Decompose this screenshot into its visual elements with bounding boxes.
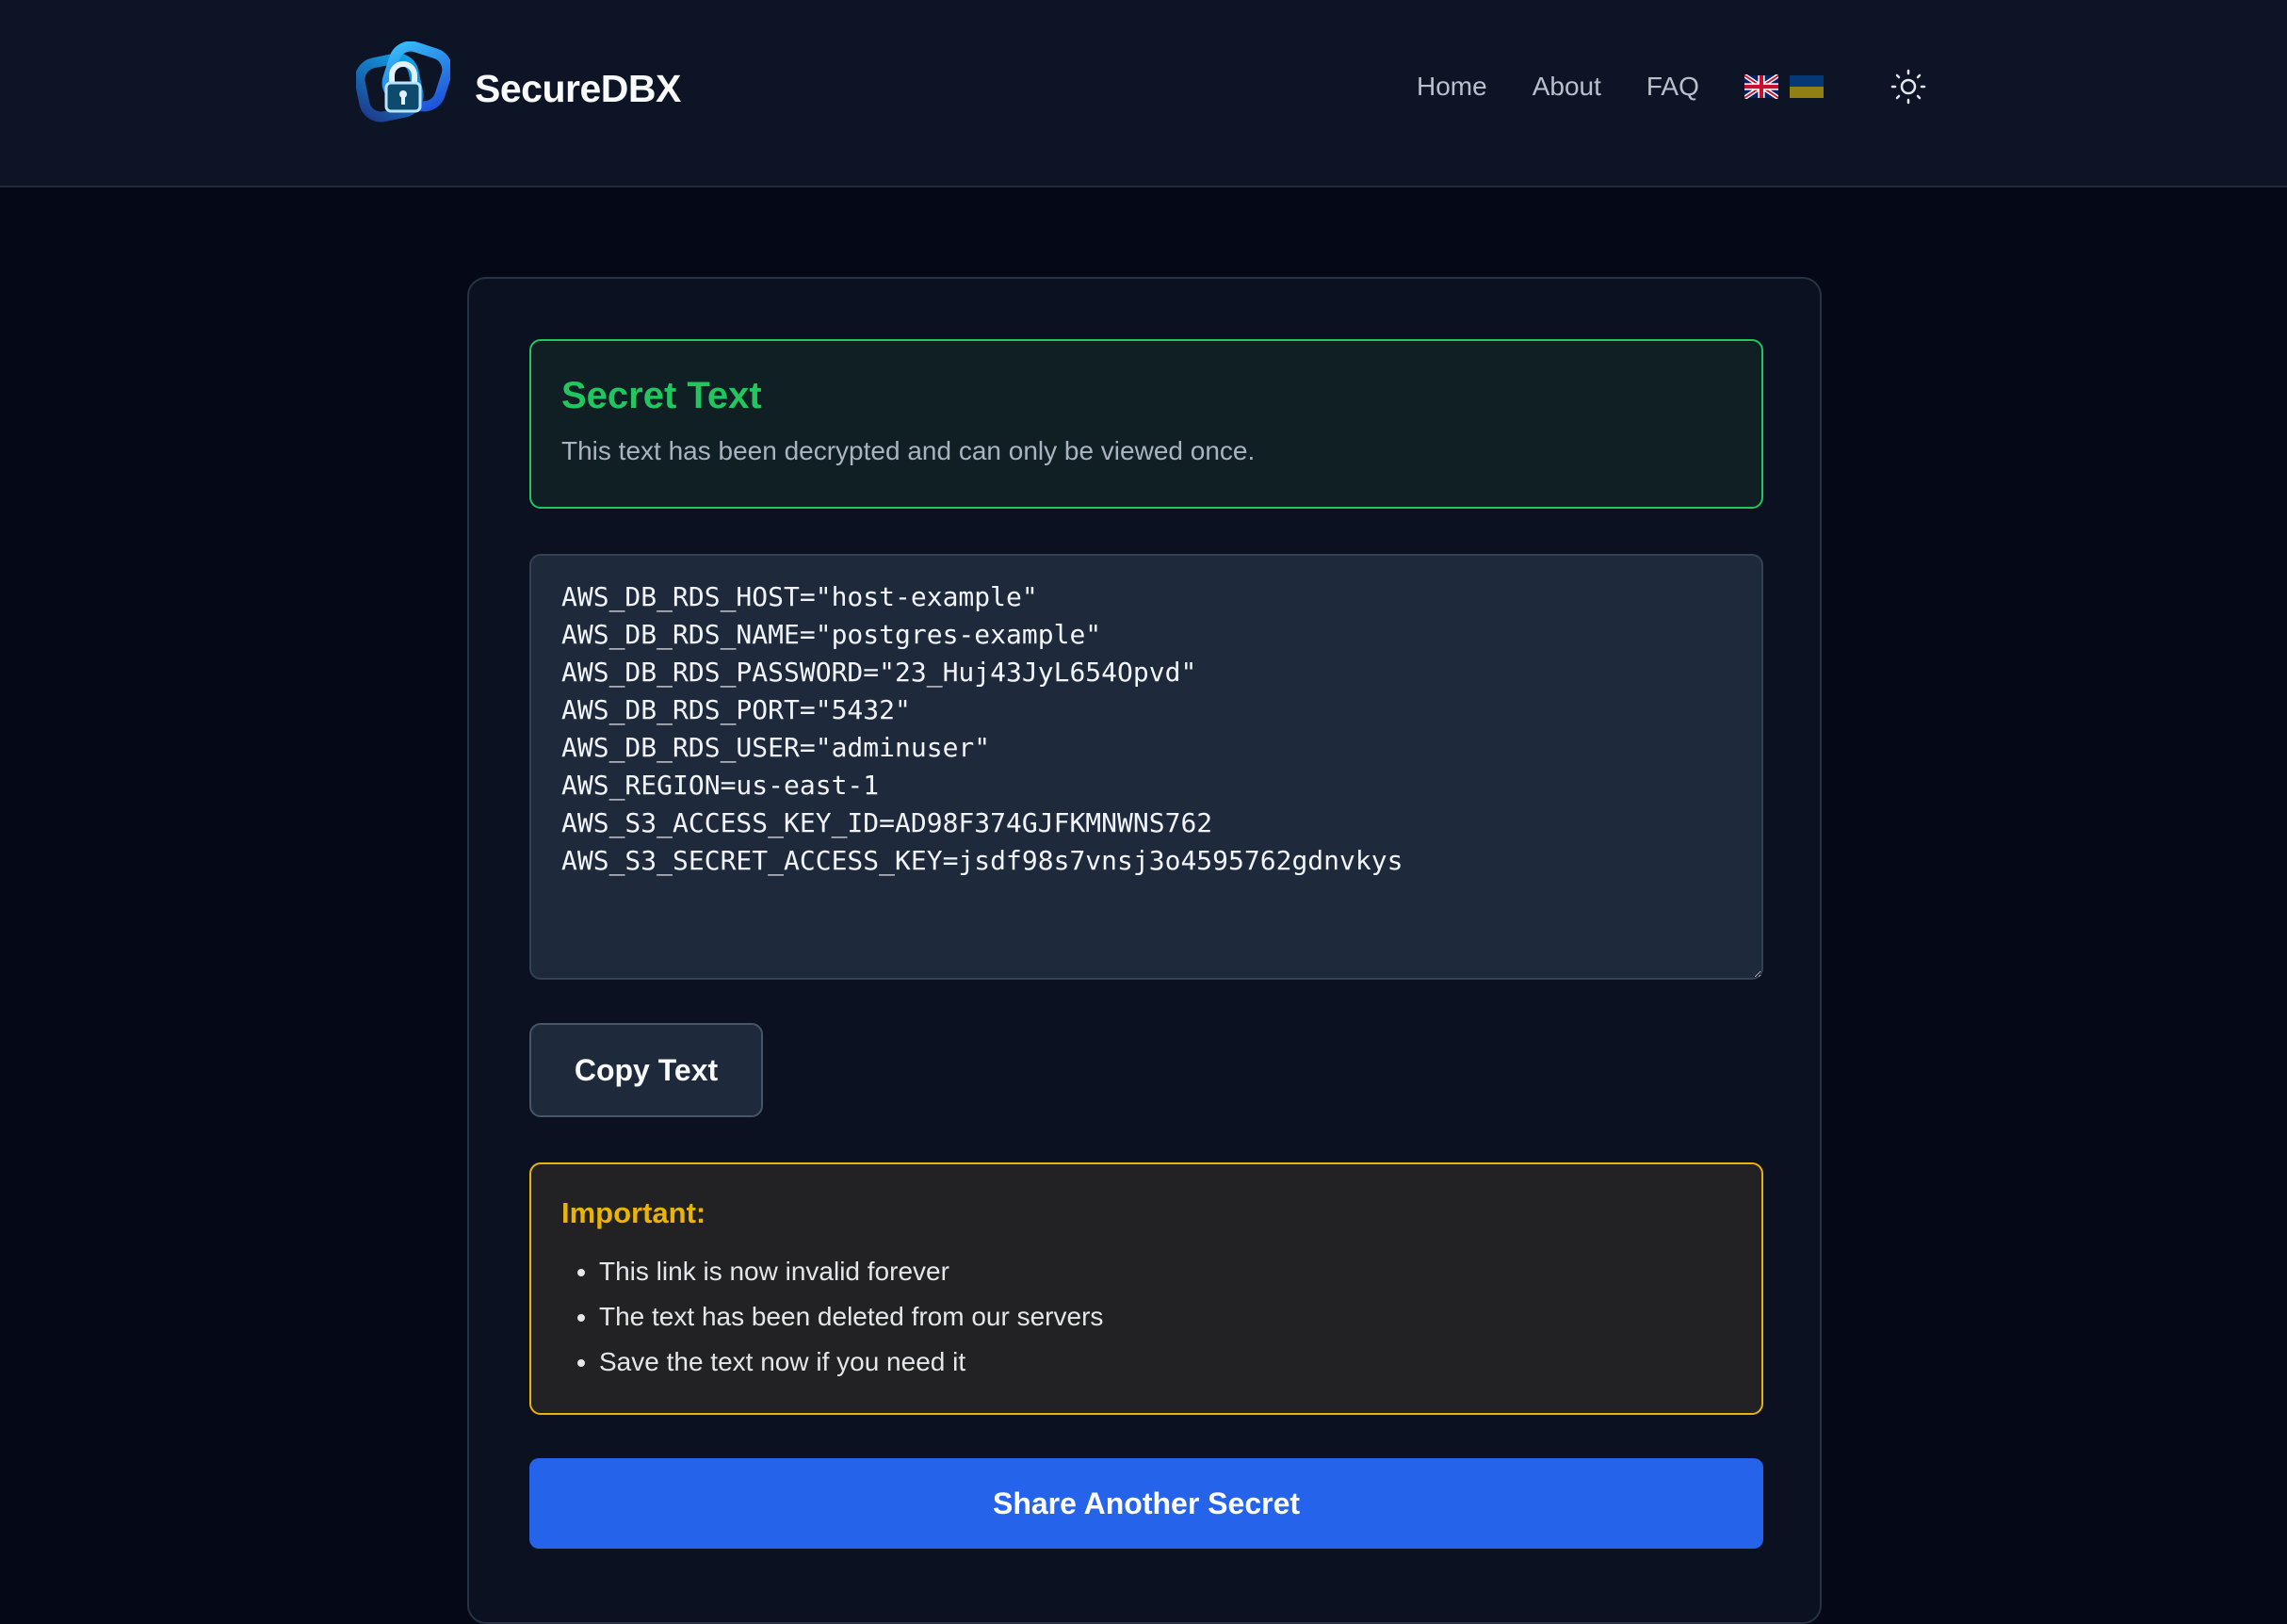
nav-faq-link[interactable]: FAQ <box>1646 72 1699 102</box>
language-switcher <box>1744 74 1835 99</box>
uk-flag-icon[interactable] <box>1744 74 1778 99</box>
list-item: This link is now invalid forever <box>599 1249 1731 1294</box>
success-alert: Secret Text This text has been decrypted… <box>529 339 1763 509</box>
site-header: SecureDBX Home About FAQ <box>0 0 2287 187</box>
important-list: This link is now invalid forever The tex… <box>561 1249 1731 1385</box>
brand[interactable]: SecureDBX <box>356 41 681 136</box>
lock-logo-icon <box>356 41 450 122</box>
sun-icon[interactable] <box>1890 68 1927 106</box>
brand-name: SecureDBX <box>475 66 681 110</box>
list-item: Save the text now if you need it <box>599 1340 1731 1385</box>
secret-card: Secret Text This text has been decrypted… <box>467 277 1822 1624</box>
success-description: This text has been decrypted and can onl… <box>561 436 1256 465</box>
nav-about-link[interactable]: About <box>1533 72 1601 102</box>
important-title: Important: <box>561 1196 706 1229</box>
secret-text-area[interactable]: AWS_DB_RDS_HOST="host-example" AWS_DB_RD… <box>529 554 1763 980</box>
main-nav: Home About FAQ <box>1417 66 1835 107</box>
important-notice: Important: This link is now invalid fore… <box>529 1162 1763 1415</box>
list-item: The text has been deleted from our serve… <box>599 1294 1731 1340</box>
copy-text-button[interactable]: Copy Text <box>529 1023 763 1117</box>
success-title: Secret Text <box>561 375 762 416</box>
nav-home-link[interactable]: Home <box>1417 72 1487 102</box>
share-another-secret-button[interactable]: Share Another Secret <box>529 1458 1763 1549</box>
ukraine-flag-icon[interactable] <box>1789 74 1824 99</box>
